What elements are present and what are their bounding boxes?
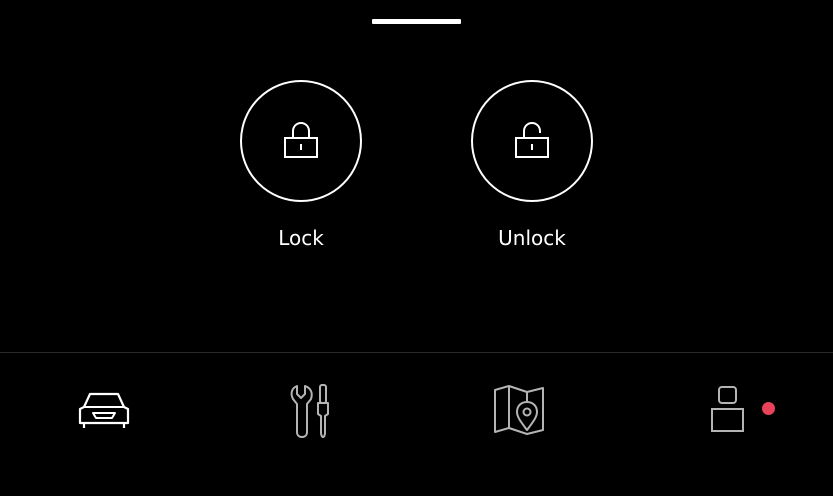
unlock-button[interactable]: [471, 80, 593, 202]
nav-item-profile[interactable]: [696, 378, 760, 442]
lock-closed-icon: [284, 122, 318, 158]
nav-item-map[interactable]: [487, 378, 551, 442]
drag-handle[interactable]: [372, 19, 461, 24]
lock-button[interactable]: [240, 80, 362, 202]
lock-action: Lock: [240, 80, 362, 250]
notification-badge: [762, 402, 775, 415]
car-icon: [78, 392, 130, 428]
user-icon: [711, 386, 744, 432]
lock-label: Lock: [278, 226, 324, 250]
wrench-screwdriver-icon: [290, 384, 329, 438]
nav-item-car[interactable]: [72, 378, 136, 442]
unlock-action: Unlock: [471, 80, 593, 250]
map-pin-icon: [494, 385, 544, 435]
unlock-label: Unlock: [498, 226, 566, 250]
nav-divider: [0, 352, 833, 353]
lock-open-icon: [515, 122, 549, 158]
nav-item-service[interactable]: [280, 378, 344, 442]
